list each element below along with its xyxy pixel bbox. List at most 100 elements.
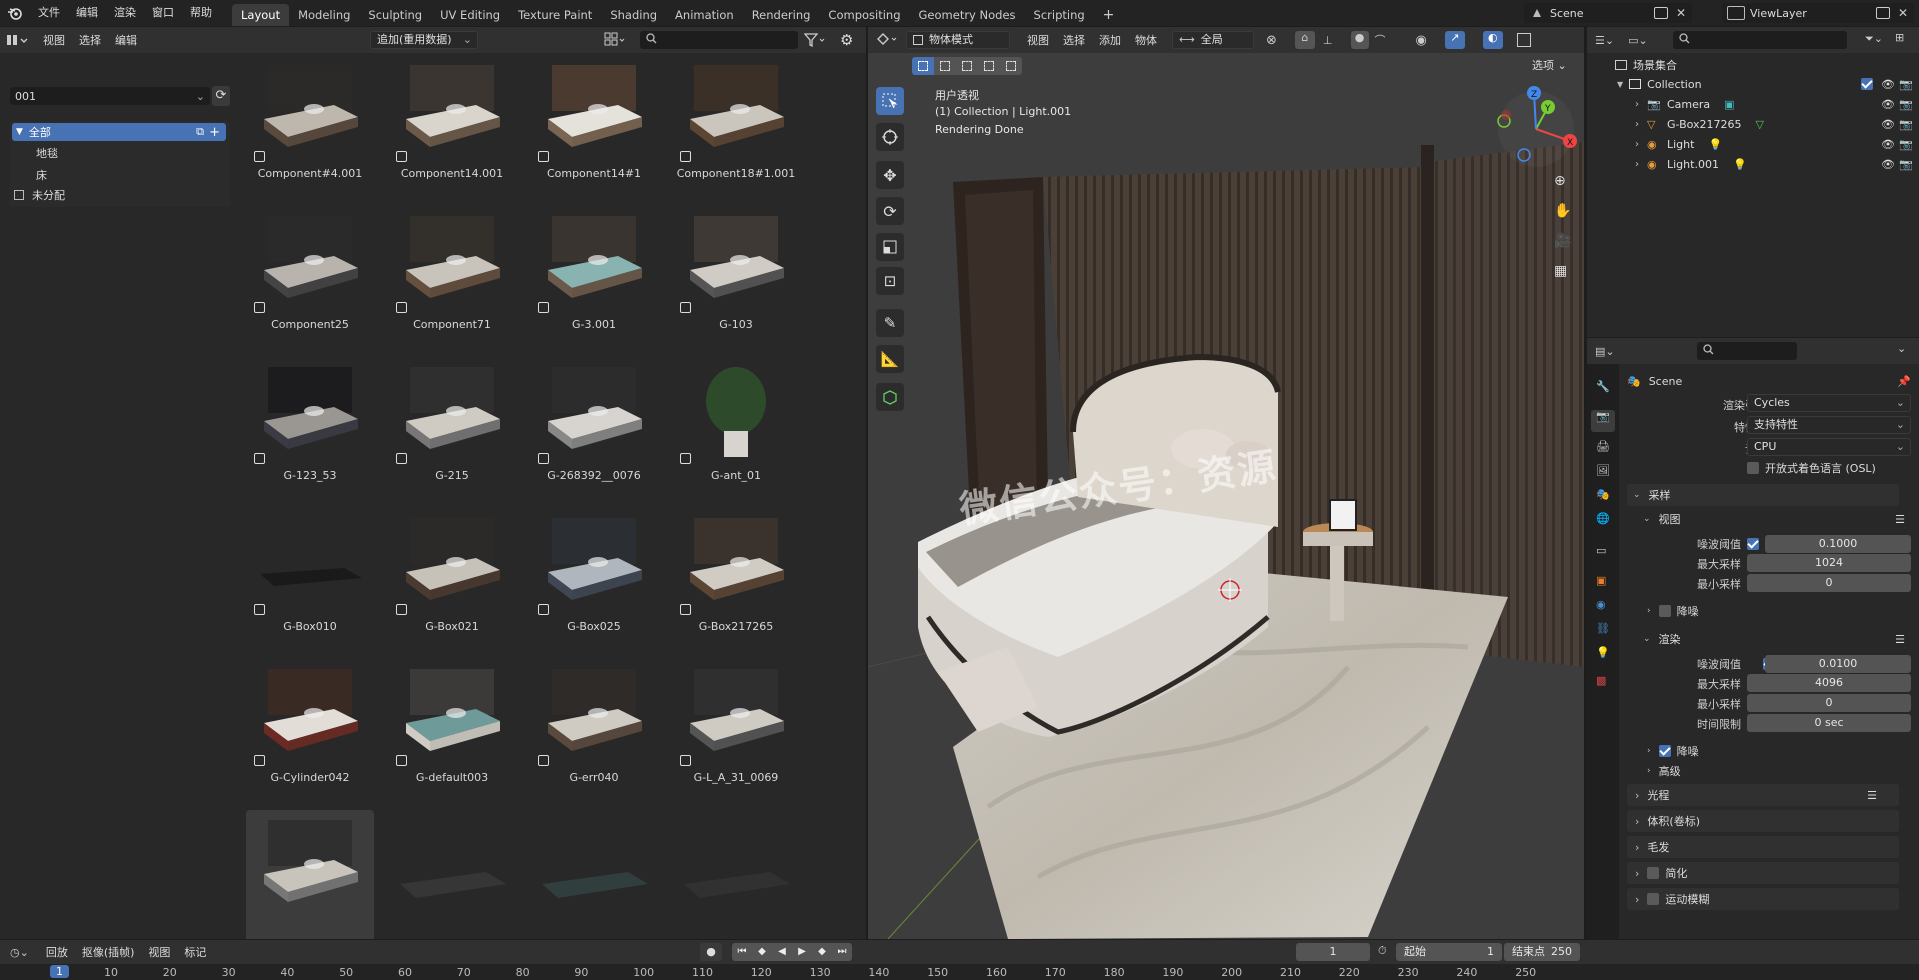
start-frame-field[interactable]: 起始 1 [1396,943,1502,961]
delete-scene-icon[interactable]: ✕ [1676,6,1686,20]
display-mode-icon[interactable]: ▭⌄ [1628,34,1648,47]
jump-end-icon[interactable]: ⏭ [832,943,852,961]
timeline-menu-keying[interactable]: 抠像(插帧) [75,944,142,960]
catalog-filter-field[interactable]: 001 ⌄ [10,87,210,105]
feature-set-select[interactable]: 支持特性 ⌄ [1747,416,1911,434]
physics-tab-icon[interactable]: ◉ [1596,598,1606,611]
viewport-menu-view[interactable]: 视图 [1020,32,1056,48]
editor-type-icon[interactable]: ☰⌄ [1595,34,1614,47]
add-workspace-button[interactable]: + [1094,4,1124,26]
copy-view-layer-icon[interactable] [1876,7,1890,19]
scale-tool[interactable] [876,233,904,261]
world-tab-icon[interactable]: 🌐 [1596,512,1610,525]
triangle-right-icon[interactable]: › [1635,159,1639,170]
tab-shading[interactable]: Shading [601,4,666,26]
triangle-right-icon[interactable]: › [1635,119,1639,130]
tab-sculpting[interactable]: Sculpting [359,4,431,26]
jump-key-forward-icon[interactable]: ◆ [812,943,832,961]
asset-thumbnail[interactable]: G-Box025 [530,508,658,658]
render-tab-icon[interactable]: 📷 [1591,410,1615,432]
r-min-samples-field[interactable]: 0 [1747,694,1911,712]
end-frame-field[interactable]: 结束点 250 [1504,943,1580,961]
menu-file[interactable]: 文件 [30,1,68,25]
vp-noise-threshold-field[interactable]: 0.1000 [1765,535,1911,553]
osl-checkbox-row[interactable]: 开放式着色语言 (OSL) [1747,460,1876,476]
scene-selector[interactable]: Scene ✕ [1524,3,1692,23]
tab-layout[interactable]: Layout [232,4,290,26]
xray-icon[interactable] [1516,33,1531,47]
object-mode-dropdown[interactable]: 物体模式 [906,31,1010,49]
vp-denoise-header[interactable]: › 降噪 [1647,602,1699,620]
pivot-icon[interactable]: ⊗ [1266,33,1277,48]
tab-texture-paint[interactable]: Texture Paint [509,4,601,26]
asset-thumbnail[interactable]: Component25 [246,206,374,356]
asset-thumbnail[interactable]: Component71 [388,206,516,356]
camera-view-icon[interactable]: 🎥 [1554,233,1571,249]
filter-icon[interactable] [803,33,826,50]
r-noise-threshold-field[interactable]: 0.0100 [1765,655,1911,673]
outliner-search-input[interactable] [1673,31,1847,49]
gizmo-toggle-icon[interactable]: ↗ [1444,31,1465,49]
menu-render[interactable]: 渲染 [106,1,144,25]
asset-thumbnail[interactable]: G-Box217265 [672,508,800,658]
timeline-menu-marker[interactable]: 标记 [177,944,213,960]
asset-thumbnail[interactable]: G-103 [672,206,800,356]
timeline-menu-playback[interactable]: 回放 [39,944,75,960]
record-icon[interactable]: ● [700,943,722,961]
blender-logo-icon[interactable] [0,1,30,25]
editor-type-icon[interactable]: ▤⌄ [1595,345,1615,358]
output-tab-icon[interactable]: 🖨 [1596,440,1610,453]
asset-thumbnail[interactable] [530,810,658,939]
editor-type-icon[interactable] [6,30,36,50]
viewport-menu-object[interactable]: 物体 [1128,32,1164,48]
asset-thumbnail[interactable]: Component#4.001 [246,55,374,205]
collection-tab-icon[interactable]: ▭ [1596,544,1606,557]
gear-icon[interactable]: ⚙ [840,31,853,49]
properties-search-input[interactable] [1697,342,1797,360]
motion-blur-panel-header[interactable]: › 运动模糊 [1627,888,1899,910]
eye-icon[interactable]: 👁 [1881,138,1895,151]
view-layer-name[interactable]: ViewLayer [1750,7,1807,20]
tab-geometry-nodes[interactable]: Geometry Nodes [910,4,1025,26]
tool-tab-icon[interactable]: 🔧 [1596,380,1610,393]
tab-compositing[interactable]: Compositing [819,4,909,26]
osl-checkbox[interactable] [1747,462,1759,474]
vp-min-samples-field[interactable]: 0 [1747,574,1911,592]
clock-icon[interactable]: ⏱ [1378,944,1387,958]
new-collection-icon[interactable]: ⊞ [1895,31,1904,44]
camera-render-icon[interactable]: 📷 [1899,118,1913,131]
advanced-header[interactable]: › 高级 [1647,762,1681,780]
sampling-panel-header[interactable]: ⌄ 采样 [1627,484,1899,506]
import-method-dropdown[interactable]: 追加(重用数据) ⌄ [370,31,478,49]
asset-thumbnail[interactable]: G-default003 [388,659,516,809]
r-denoise-header[interactable]: › 降噪 [1647,742,1699,760]
rotate-tool[interactable]: ⟳ [876,197,904,225]
jump-key-back-icon[interactable]: ◆ [752,943,772,961]
vp-max-samples-field[interactable]: 1024 [1747,554,1911,572]
asset-search-input[interactable] [640,31,798,49]
pin-icon[interactable]: 📌 [1897,375,1911,388]
view-layer-tab-icon[interactable]: 🖼 [1596,464,1610,477]
transform-tool[interactable]: ⊡ [876,267,904,295]
asset-thumbnail[interactable]: Component14#1 [530,55,658,205]
snap-target-icon[interactable]: ⊥ [1323,34,1333,47]
falloff-icon[interactable]: ⌒ [1375,32,1386,48]
camera-render-icon[interactable]: 📷 [1899,158,1913,171]
camera-render-icon[interactable]: 📷 [1899,78,1913,91]
light-paths-panel-header[interactable]: › 光程 ☰ [1627,784,1899,806]
motion-blur-checkbox[interactable] [1647,893,1660,905]
menu-edit[interactable]: 编辑 [68,1,106,25]
tab-modeling[interactable]: Modeling [289,4,359,26]
asset-thumbnail[interactable]: G-Box021 [388,508,516,658]
display-mode-icon[interactable] [604,32,626,48]
select-extend-icon[interactable] [934,57,956,75]
scene-tab-icon[interactable]: 🎭 [1596,488,1610,501]
proportional-edit-icon[interactable]: ● [1350,31,1369,49]
add-cube-tool[interactable] [876,383,904,411]
menu-window[interactable]: 窗口 [144,1,182,25]
view-layer-selector[interactable]: ViewLayer ✕ [1722,3,1914,23]
filter-icon[interactable]: ⏷⌄ [1865,32,1883,46]
outliner-row-collection[interactable]: ▼ Collection 👁 📷 [1587,74,1913,94]
asset-thumbnail[interactable] [246,810,374,939]
measure-tool[interactable]: 📐 [876,345,904,373]
